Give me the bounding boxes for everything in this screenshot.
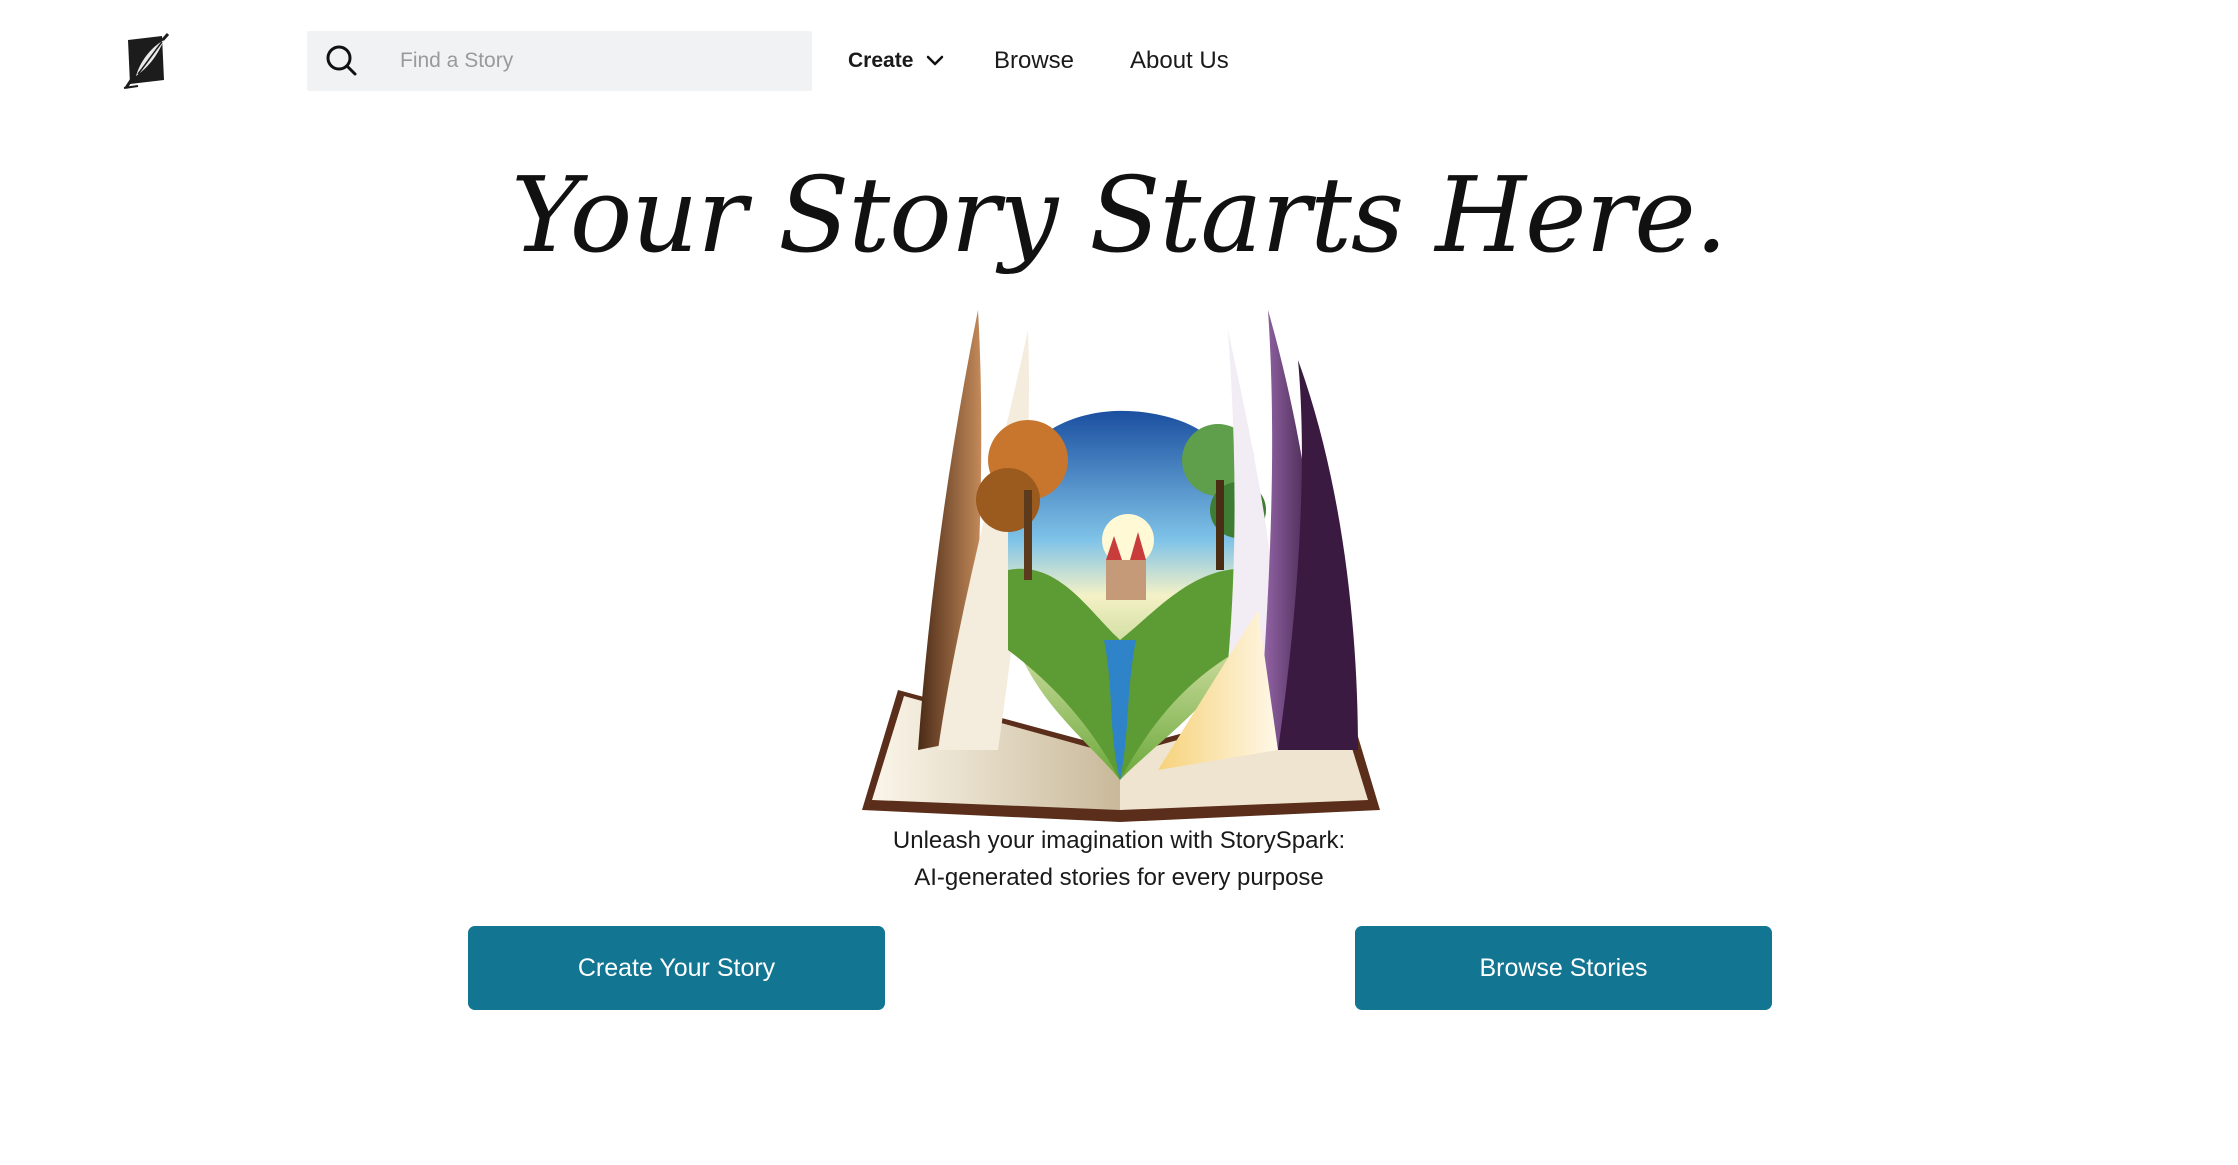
hero-tagline: Unleash your imagination with StorySpark… xyxy=(0,822,2238,896)
browse-stories-button[interactable]: Browse Stories xyxy=(1355,926,1772,1010)
hero-title: Your Story Starts Here. xyxy=(511,154,1728,276)
tagline-line-1: Unleash your imagination with StorySpark… xyxy=(892,827,1346,854)
nav-about-us[interactable]: About Us xyxy=(1130,44,1229,78)
nav-create-dropdown[interactable]: Create xyxy=(848,44,913,78)
search-icon[interactable] xyxy=(325,44,359,78)
nav-browse[interactable]: Browse xyxy=(994,44,1074,78)
landing-page: Create Browse About Us Your Story Starts… xyxy=(0,0,2238,1165)
search-bar xyxy=(307,31,812,91)
chevron-down-icon[interactable] xyxy=(926,54,944,66)
quill-feather-icon[interactable] xyxy=(118,32,172,92)
open-storybook-illustration xyxy=(858,310,1384,822)
search-input[interactable] xyxy=(400,31,800,91)
tagline-line-2: AI-generated stories for every purpose xyxy=(914,864,1324,891)
create-your-story-button[interactable]: Create Your Story xyxy=(468,926,885,1010)
